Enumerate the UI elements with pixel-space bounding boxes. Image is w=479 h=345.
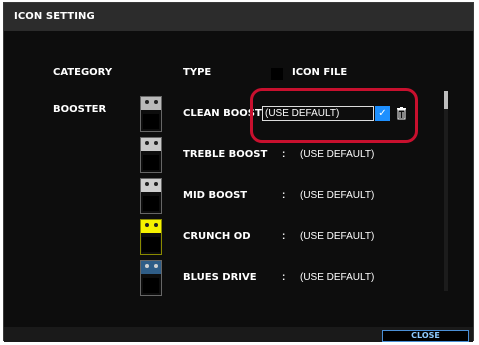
type-treble-boost: TREBLE BOOST [183,149,268,160]
dialog-titlebar: ICON SETTING [4,3,473,31]
separator: : [282,272,286,283]
dialog-title: ICON SETTING [14,11,95,22]
list-item[interactable]: CRUNCH OD : (USE DEFAULT) [4,219,473,257]
type-mid-boost: MID BOOST [183,190,248,201]
icon-setting-dialog: ICON SETTING CATEGORY TYPE ICON FILE BOO… [3,2,474,342]
icon-file-header: ICON FILE [292,67,348,78]
list-item[interactable]: BLUES DRIVE : (USE DEFAULT) [4,260,473,298]
type-header: TYPE [183,67,212,78]
scrollbar-track[interactable] [444,91,448,291]
separator: : [282,231,286,242]
icon-file-value: (USE DEFAULT) [300,231,375,242]
close-button[interactable]: CLOSE [382,330,469,342]
pedal-icon [140,219,162,255]
pedal-icon [140,137,162,173]
separator: : [282,149,286,160]
icon-file-value: (USE DEFAULT) [300,149,375,160]
scrollbar-thumb[interactable] [444,91,448,109]
type-crunch-od: CRUNCH OD [183,231,251,242]
pedal-icon [140,96,162,132]
icon-file-value: (USE DEFAULT) [300,190,375,201]
pedal-icon [140,178,162,214]
pedal-icon [140,260,162,296]
type-blues-drive: BLUES DRIVE [183,272,257,283]
selection-highlight [250,88,418,143]
icon-file-value: (USE DEFAULT) [300,272,375,283]
separator: : [282,190,286,201]
category-header: CATEGORY [53,67,113,78]
list-item[interactable]: MID BOOST : (USE DEFAULT) [4,178,473,216]
icon-file-square [271,68,283,80]
